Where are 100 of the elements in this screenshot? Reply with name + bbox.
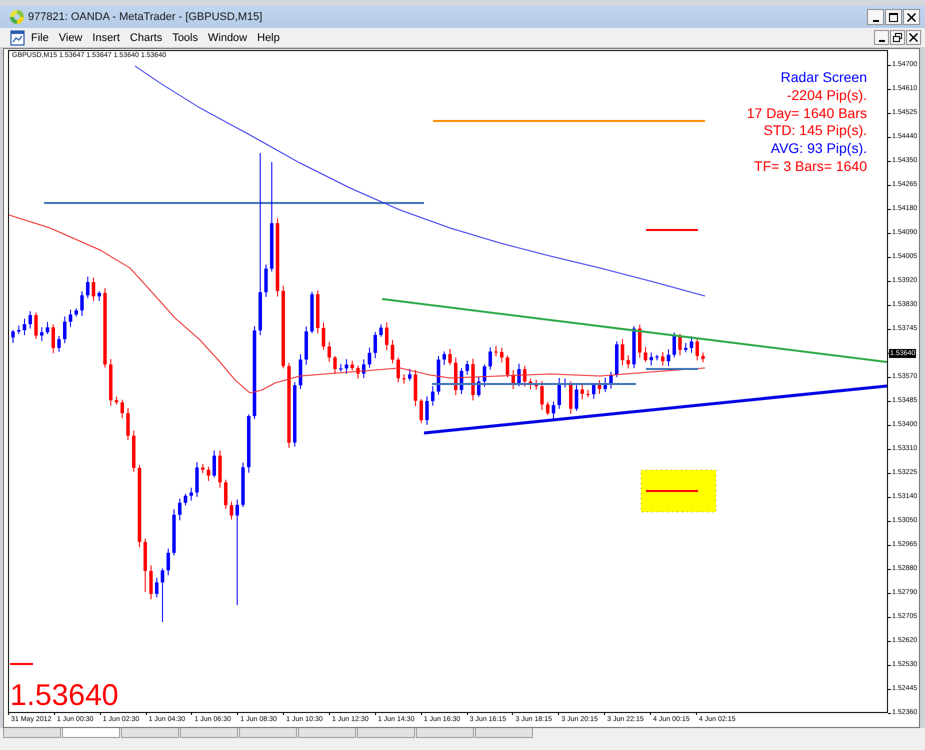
candlestick	[57, 335, 61, 352]
maximize-button[interactable]	[885, 9, 902, 25]
candlestick	[241, 462, 245, 508]
candlestick	[558, 377, 561, 410]
candlestick	[52, 324, 55, 354]
candlestick	[298, 354, 302, 390]
minimize-button[interactable]	[874, 30, 889, 45]
maximize-icon	[889, 12, 898, 22]
chart-tab[interactable]	[298, 728, 356, 738]
candlestick	[408, 368, 412, 382]
horizontal-line	[646, 368, 698, 370]
candlestick	[184, 493, 188, 506]
candlestick	[460, 368, 464, 395]
menu-item[interactable]: Tools	[167, 29, 203, 46]
candlestick	[506, 355, 510, 378]
candlestick	[494, 346, 498, 357]
chart-tab[interactable]	[121, 728, 179, 738]
candlestick	[390, 340, 394, 364]
candlestick	[368, 347, 372, 368]
minimize-icon	[878, 40, 884, 42]
candlestick	[534, 379, 538, 390]
close-button[interactable]	[906, 30, 921, 45]
last-price-text: 1.53640	[10, 679, 118, 712]
menu-item[interactable]: Charts	[124, 29, 168, 46]
chart-window-icon[interactable]	[10, 30, 26, 46]
candlestick	[86, 276, 90, 299]
chart-tab[interactable]	[180, 728, 238, 738]
candlestick	[11, 329, 15, 344]
candlestick	[304, 326, 308, 366]
candlestick	[109, 358, 112, 406]
candlestick	[466, 360, 469, 376]
menu-item[interactable]: Window	[203, 29, 252, 46]
candlestick	[28, 310, 32, 330]
candlestick	[22, 318, 26, 336]
candlestick	[155, 577, 158, 598]
candlestick	[546, 401, 550, 416]
candlestick	[247, 414, 250, 474]
candlestick	[569, 381, 572, 414]
candlestick	[362, 358, 366, 378]
candlestick	[615, 340, 618, 378]
candlestick	[477, 376, 480, 398]
minimize-icon	[872, 20, 878, 22]
menu-item[interactable]: Insert	[87, 29, 125, 46]
menu-item[interactable]: Help	[252, 29, 285, 46]
horizontal-line	[646, 229, 698, 231]
candlestick	[638, 324, 642, 358]
chart-tab[interactable]	[416, 728, 474, 738]
chart-tab[interactable]	[239, 728, 297, 738]
menu-item[interactable]: View	[54, 29, 88, 46]
candlestick	[212, 450, 216, 478]
indicator-text: -2204 Pip(s).	[786, 86, 867, 105]
candlestick	[344, 358, 348, 374]
indicator-text: 17 Day= 1640 Bars	[746, 104, 867, 122]
candlestick	[98, 290, 101, 302]
candlestick	[661, 351, 664, 366]
chart-tab[interactable]	[357, 728, 415, 738]
candlestick	[80, 290, 84, 316]
candlestick	[316, 290, 320, 334]
candlestick	[160, 568, 164, 622]
candlestick	[264, 264, 268, 298]
candlestick	[328, 342, 331, 362]
chart-tab[interactable]	[475, 728, 533, 738]
candlestick	[592, 382, 596, 400]
candlestick	[626, 354, 630, 369]
candlestick	[574, 384, 578, 412]
chart-tab[interactable]	[3, 728, 61, 738]
app-logo-icon	[9, 9, 25, 25]
candlestick	[132, 430, 136, 472]
candlestick	[339, 363, 342, 372]
chart-tab[interactable]	[62, 728, 120, 738]
close-icon	[907, 12, 916, 22]
candlestick	[454, 357, 458, 396]
candlestick	[598, 380, 602, 394]
candlestick	[396, 357, 400, 383]
candlestick	[482, 364, 486, 388]
restore-button[interactable]	[890, 30, 905, 45]
candlestick	[540, 380, 544, 410]
candlestick	[650, 352, 653, 366]
candlestick	[425, 396, 429, 426]
candlestick	[696, 338, 699, 361]
candlestick	[172, 508, 176, 556]
candlestick	[34, 312, 38, 340]
candlestick	[517, 363, 521, 387]
close-button[interactable]	[903, 9, 920, 25]
candlestick	[512, 370, 515, 390]
close-icon	[909, 33, 918, 42]
candlestick	[201, 464, 204, 474]
candlestick	[74, 308, 78, 318]
candlestick	[500, 347, 504, 363]
candlestick	[190, 487, 193, 502]
menu-item[interactable]: File	[26, 29, 54, 46]
candlestick	[178, 498, 182, 521]
candlestick	[40, 326, 44, 342]
candlestick	[385, 322, 388, 351]
minimize-button[interactable]	[867, 9, 884, 25]
candlestick	[166, 548, 170, 576]
candlestick	[224, 479, 228, 510]
candlestick	[333, 356, 337, 374]
candlestick	[356, 365, 360, 380]
candlestick	[442, 350, 446, 366]
